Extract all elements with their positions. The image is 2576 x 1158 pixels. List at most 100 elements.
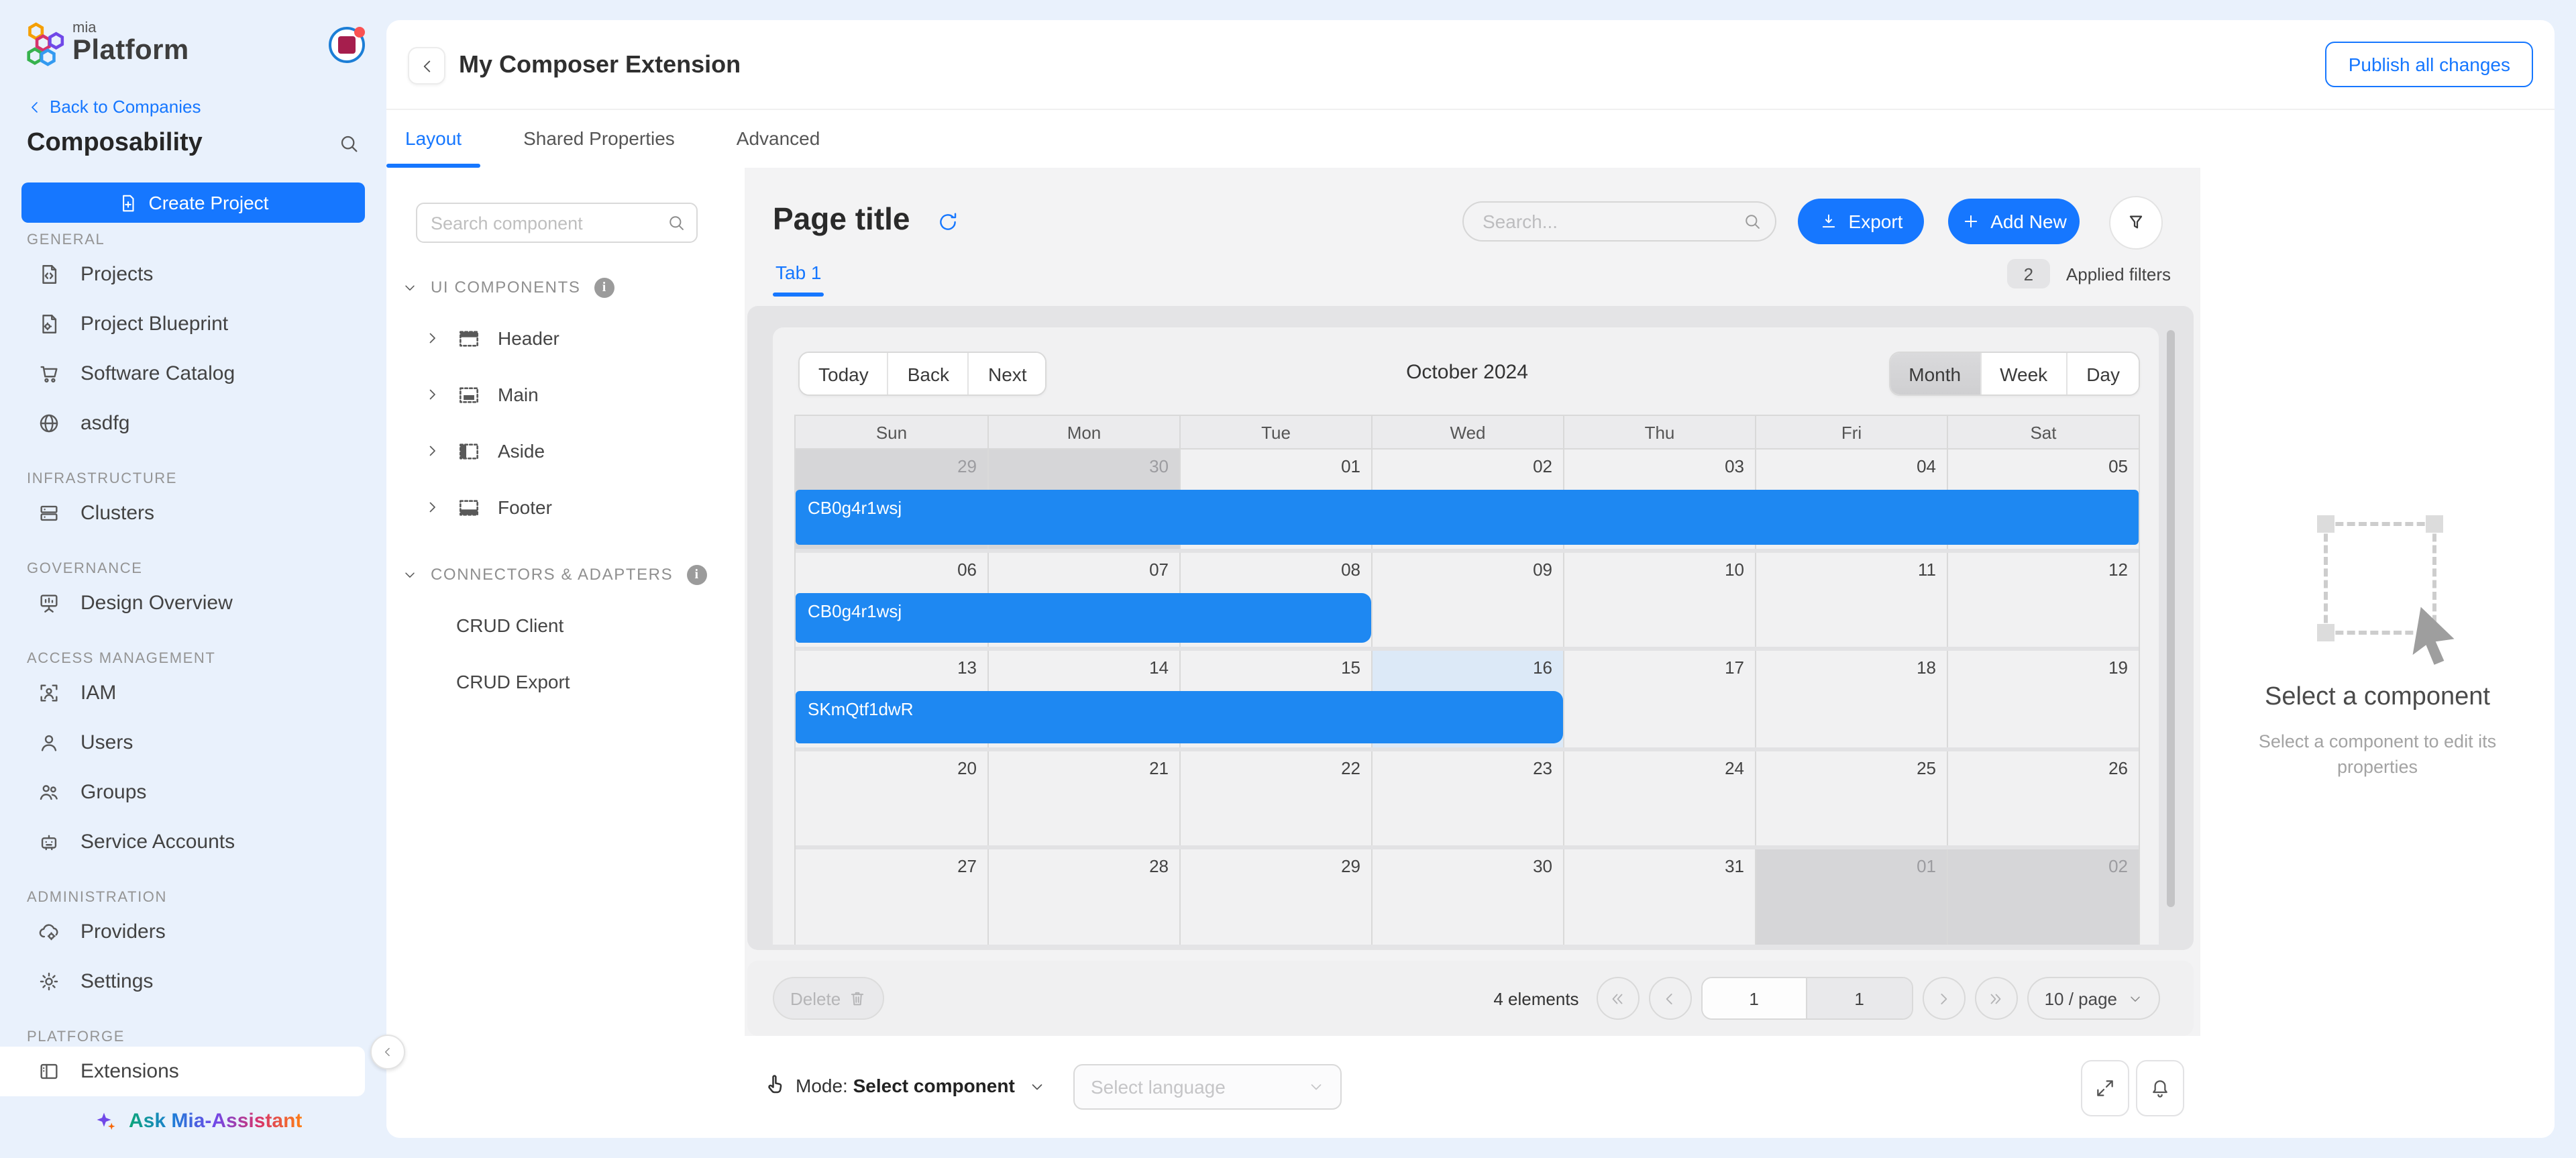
page-size-select[interactable]: 10 / page	[2027, 977, 2160, 1020]
sidebar-item-design-overview[interactable]: Design Overview	[0, 578, 386, 628]
calendar-scrollbar[interactable]	[2167, 330, 2175, 907]
add-new-button[interactable]: Add New	[1948, 199, 2080, 244]
calendar-day-cell[interactable]: 28	[987, 849, 1179, 945]
ask-mia-assistant-label: Ask Mia-Assistant	[129, 1110, 303, 1133]
hand-pointer-icon	[762, 1072, 786, 1096]
calendar-day-cell[interactable]: 11	[1755, 553, 1947, 647]
calendar-week-row: 13 14 15 16 17 18 19 SKmQtf1dwR	[796, 647, 2139, 747]
sidebar-collapse-button[interactable]	[370, 1035, 405, 1069]
calendar-day-cell[interactable]: 25	[1755, 751, 1947, 845]
fullscreen-button[interactable]	[2081, 1060, 2129, 1116]
component-search-input[interactable]	[416, 203, 698, 243]
export-button[interactable]: Export	[1798, 199, 1924, 244]
content-tab-1[interactable]: Tab 1	[773, 262, 825, 297]
calendar-day-cell[interactable]: 26	[1947, 751, 2139, 845]
tab-advanced[interactable]: Advanced	[718, 109, 839, 168]
calendar-day-cell[interactable]: 12	[1947, 553, 2139, 647]
calendar-day-cell[interactable]: 17	[1563, 651, 1755, 747]
calendar-event[interactable]: SKmQtf1dwR	[796, 691, 1563, 743]
sidebar-item-iam[interactable]: IAM	[0, 668, 386, 718]
sidebar-item-projects[interactable]: Projects	[0, 250, 386, 299]
sidebar-item-groups[interactable]: Groups	[0, 768, 386, 817]
sidebar-item-settings[interactable]: Settings	[0, 957, 386, 1006]
language-select[interactable]: Select language	[1073, 1064, 1342, 1110]
doc-plus-icon	[118, 193, 138, 213]
delete-button[interactable]: Delete	[773, 977, 884, 1020]
calendar-weekday-header: Sun Mon Tue Wed Thu Fri Sat	[794, 415, 2140, 450]
calendar-day-cell[interactable]: 22	[1179, 751, 1371, 845]
calendar-day-cell[interactable]: 18	[1755, 651, 1947, 747]
sidebar-item-clusters[interactable]: Clusters	[0, 488, 386, 538]
last-page-button[interactable]	[1974, 977, 2018, 1020]
next-page-button[interactable]	[1922, 977, 1966, 1020]
calendar-day-cell[interactable]: 27	[796, 849, 987, 945]
prev-page-button[interactable]	[1648, 977, 1692, 1020]
refresh-icon[interactable]	[936, 211, 959, 233]
canvas-search-input[interactable]	[1462, 201, 1776, 242]
view-day-button[interactable]: Day	[2066, 353, 2139, 394]
calendar-day-cell[interactable]: 30	[1371, 849, 1563, 945]
add-new-label: Add New	[1990, 211, 2067, 232]
sidebar-item-project-blueprint[interactable]: Project Blueprint	[0, 299, 386, 349]
sidebar-item-users[interactable]: Users	[0, 718, 386, 768]
mode-select[interactable]: Mode: Select component	[796, 1075, 1015, 1096]
calendar-day-cell[interactable]: 09	[1371, 553, 1563, 647]
globe-icon	[38, 412, 60, 435]
info-icon	[686, 564, 707, 584]
calendar-day-cell[interactable]: 24	[1563, 751, 1755, 845]
sidebar-item-extensions[interactable]: Extensions	[0, 1047, 365, 1096]
weekday-label: Wed	[1371, 416, 1563, 448]
table-footer: Delete 4 elements 1 1 10 / page	[747, 961, 2194, 1036]
calendar-card: Today Back Next October 2024 Month Week …	[773, 327, 2159, 945]
arrow-left-icon	[418, 57, 435, 74]
cursor-arrow-icon	[2398, 601, 2467, 671]
notifications-button[interactable]	[2136, 1060, 2184, 1116]
tab-layout[interactable]: Layout	[386, 109, 481, 168]
ask-mia-assistant[interactable]: Ask Mia-Assistant	[0, 1096, 386, 1146]
page-input[interactable]: 1	[1702, 978, 1807, 1018]
sidebar-item-providers[interactable]: Providers	[0, 907, 386, 957]
view-month-button[interactable]: Month	[1890, 353, 1980, 394]
calendar-day-cell[interactable]: 31	[1563, 849, 1755, 945]
component-tree: UI COMPONENTS Header Main Aside Footer CONNEC…	[386, 264, 745, 710]
calendar-day-cell[interactable]: 19	[1947, 651, 2139, 747]
layout-header-icon	[456, 325, 482, 351]
sidebar-item-asdfg[interactable]: asdfg	[0, 399, 386, 448]
calendar-day-cell[interactable]: 29	[1179, 849, 1371, 945]
filter-button[interactable]	[2109, 196, 2163, 250]
sidebar-item-service-accounts[interactable]: Service Accounts	[0, 817, 386, 867]
tree-item-crud-export[interactable]: CRUD Export	[386, 653, 745, 710]
tab-shared-properties[interactable]: Shared Properties	[504, 109, 694, 168]
calendar-day-cell[interactable]: 02	[1947, 849, 2139, 945]
sidebar-item-software-catalog[interactable]: Software Catalog	[0, 349, 386, 399]
weekday-label: Sun	[875, 422, 908, 442]
chevron-down-icon[interactable]	[1029, 1079, 1045, 1095]
sidebar-search-icon[interactable]	[338, 133, 360, 154]
tree-group-connectors-adapters[interactable]: CONNECTORS & ADAPTERS	[386, 551, 745, 597]
header-back-button[interactable]	[408, 47, 445, 85]
tree-item-crud-client[interactable]: CRUD Client	[386, 597, 745, 653]
tree-item-footer[interactable]: Footer	[386, 479, 745, 535]
user-avatar[interactable]	[329, 27, 365, 63]
tree-group-ui-components[interactable]: UI COMPONENTS	[386, 264, 745, 310]
tree-item-aside[interactable]: Aside	[386, 423, 745, 479]
select-component-icon	[2317, 515, 2455, 665]
calendar-day-cell[interactable]: 20	[796, 751, 987, 845]
tree-item-header[interactable]: Header	[386, 310, 745, 366]
calendar-event[interactable]: CB0g4r1wsj	[796, 490, 2139, 545]
sidebar-item-label: IAM	[80, 682, 117, 704]
applied-filters-label[interactable]: Applied filters	[2066, 264, 2171, 284]
calendar-day-cell[interactable]: 10	[1563, 553, 1755, 647]
canvas-page-title: Page title	[773, 201, 910, 236]
publish-all-changes-button[interactable]: Publish all changes	[2325, 42, 2533, 87]
view-week-button[interactable]: Week	[1980, 353, 2067, 394]
calendar-day-cell[interactable]: 01	[1755, 849, 1947, 945]
first-page-button[interactable]	[1596, 977, 1640, 1020]
calendar-day-cell[interactable]: 23	[1371, 751, 1563, 845]
calendar-day-cell[interactable]: 21	[987, 751, 1179, 845]
create-project-button[interactable]: Create Project	[21, 182, 365, 223]
page-header: My Composer Extension Publish all change…	[386, 20, 2555, 110]
tree-item-main[interactable]: Main	[386, 366, 745, 423]
calendar-event[interactable]: CB0g4r1wsj	[796, 593, 1371, 643]
back-to-companies-link[interactable]: Back to Companies	[27, 97, 201, 117]
